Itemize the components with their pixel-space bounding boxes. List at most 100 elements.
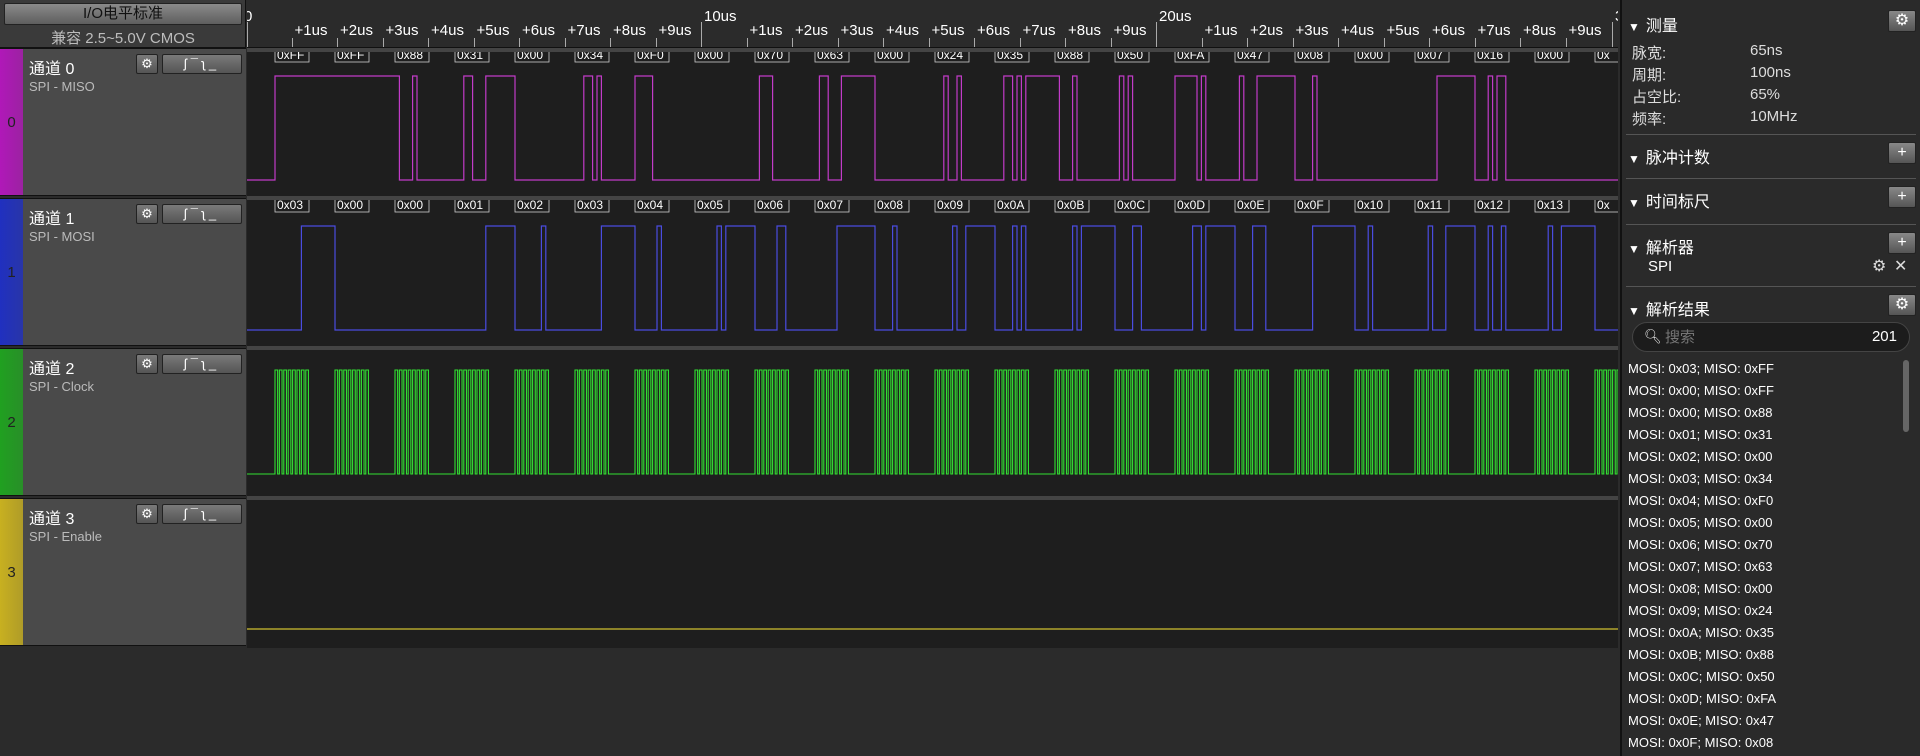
ruler-major-label: 10us (704, 8, 737, 25)
channel-3-panel[interactable]: 3 通道 3 SPI - Enable ⚙ ʃ¯ʅ_ (0, 498, 246, 646)
analyzer-header[interactable]: ▼ 解析器 (1628, 234, 1694, 258)
rising-edge-icon[interactable]: ʃ (184, 356, 191, 371)
result-row[interactable]: MOSI: 0x03; MISO: 0x34 (1626, 468, 1906, 490)
channel-description: SPI - Enable (29, 529, 102, 544)
low-level-icon[interactable]: _ (209, 356, 220, 371)
time-marker-header[interactable]: ▼ 时间标尺 (1628, 188, 1710, 212)
results-header[interactable]: ▼ 解析结果 (1628, 296, 1710, 320)
result-count: 201 (1871, 328, 1897, 345)
search-icon: 🔍︎ (1644, 328, 1662, 344)
rising-edge-icon[interactable]: ʃ (184, 506, 191, 521)
ruler-tick (746, 38, 748, 47)
result-row[interactable]: MOSI: 0x04; MISO: 0xF0 (1626, 490, 1906, 512)
falling-edge-icon[interactable]: ʅ (202, 206, 209, 221)
channel-1-panel[interactable]: 1 通道 1 SPI - MOSI ⚙ ʃ¯ʅ_ (0, 198, 246, 346)
search-input[interactable] (1665, 327, 1845, 347)
channel-settings-button[interactable]: ⚙ (136, 54, 158, 74)
add-pulse-count-button[interactable]: + (1888, 142, 1916, 164)
mosi-byte-label: 0x0D (1177, 198, 1205, 212)
low-level-icon[interactable]: _ (209, 56, 220, 71)
add-analyzer-button[interactable]: + (1888, 232, 1916, 254)
divider (1626, 286, 1916, 287)
ruler-tick (1338, 38, 1339, 47)
trigger-buttons[interactable]: ʃ¯ʅ_ (162, 504, 242, 524)
result-row[interactable]: MOSI: 0x03; MISO: 0xFF (1626, 358, 1906, 380)
mosi-byte-label: 0x0C (1117, 198, 1145, 212)
result-row[interactable]: MOSI: 0x02; MISO: 0x00 (1626, 446, 1906, 468)
result-row[interactable]: MOSI: 0x08; MISO: 0x00 (1626, 578, 1906, 600)
ruler-minor-label: +1us (1204, 22, 1238, 39)
ruler-minor-label: +8us (613, 22, 646, 39)
result-row[interactable]: MOSI: 0x09; MISO: 0x24 (1626, 600, 1906, 622)
result-row[interactable]: MOSI: 0x0D; MISO: 0xFA (1626, 688, 1906, 710)
result-row[interactable]: MOSI: 0x00; MISO: 0x88 (1626, 402, 1906, 424)
ruler-minor-label: +4us (431, 22, 464, 39)
ruler-tick (473, 38, 475, 47)
result-row[interactable]: MOSI: 0x0C; MISO: 0x50 (1626, 666, 1906, 688)
gear-icon: ⚙ (141, 206, 153, 221)
trigger-buttons[interactable]: ʃ¯ʅ_ (162, 354, 242, 374)
io-standard-value: 兼容 2.5~5.0V CMOS (51, 30, 195, 47)
ruler-minor-label: +2us (1250, 22, 1283, 39)
results-list[interactable]: MOSI: 0x03; MISO: 0xFF MOSI: 0x00; MISO: … (1626, 358, 1906, 756)
channel-settings-button[interactable]: ⚙ (136, 504, 158, 524)
ruler-tick (1156, 22, 1157, 47)
channel-number: 1 (7, 263, 16, 281)
results-scrollbar[interactable] (1903, 360, 1909, 432)
channel-settings-button[interactable]: ⚙ (136, 354, 158, 374)
channel-settings-button[interactable]: ⚙ (136, 204, 158, 224)
io-standard-button[interactable]: I/O电平标准 (4, 3, 242, 25)
ruler-minor-label: +3us (1295, 22, 1329, 39)
close-icon[interactable]: ✕ (1894, 256, 1907, 276)
measure-value: 65ns (1750, 42, 1783, 59)
analyzer-item-spi[interactable]: SPI (1648, 258, 1672, 275)
gear-icon: ⚙ (141, 356, 153, 371)
result-row[interactable]: MOSI: 0x0E; MISO: 0x47 (1626, 710, 1906, 732)
collapse-icon: ▼ (1628, 242, 1640, 256)
ruler-tick (974, 38, 975, 47)
rising-edge-icon[interactable]: ʃ (184, 56, 191, 71)
result-row[interactable]: MOSI: 0x07; MISO: 0x63 (1626, 556, 1906, 578)
measure-title: 测量 (1645, 18, 1678, 35)
mosi-byte-label: 0x0A (997, 198, 1024, 212)
time-ruler[interactable]: 0 +1us +2us +3us +4us +5us +6us +7us +8us +9us 10u… (247, 0, 1618, 48)
results-settings-button[interactable]: ⚙ (1888, 294, 1916, 316)
high-level-icon[interactable]: ¯ (191, 206, 202, 221)
measure-header[interactable]: ▼ 测量 (1628, 12, 1678, 36)
trigger-buttons[interactable]: ʃ¯ʅ_ (162, 54, 242, 74)
collapse-icon: ▼ (1628, 196, 1640, 210)
high-level-icon[interactable]: ¯ (191, 56, 202, 71)
low-level-icon[interactable]: _ (209, 506, 220, 521)
result-row[interactable]: MOSI: 0x05; MISO: 0x00 (1626, 512, 1906, 534)
gear-icon: ⚙ (1894, 296, 1910, 313)
high-level-icon[interactable]: ¯ (191, 356, 202, 371)
ruler-tick (883, 38, 884, 47)
falling-edge-icon[interactable]: ʅ (202, 356, 209, 371)
ruler-tick (655, 38, 657, 47)
falling-edge-icon[interactable]: ʅ (202, 56, 209, 71)
channel-2-panel[interactable]: 2 通道 2 SPI - Clock ⚙ ʃ¯ʅ_ (0, 348, 246, 496)
gear-icon[interactable]: ⚙ (1872, 256, 1886, 276)
trigger-buttons[interactable]: ʃ¯ʅ_ (162, 204, 242, 224)
result-row[interactable]: MOSI: 0x0A; MISO: 0x35 (1626, 622, 1906, 644)
pulse-count-header[interactable]: ▼ 脉冲计数 (1628, 144, 1710, 168)
falling-edge-icon[interactable]: ʅ (202, 506, 209, 521)
collapse-icon: ▼ (1628, 152, 1640, 166)
measure-label: 脉宽: (1632, 45, 1667, 62)
measure-settings-button[interactable]: ⚙ (1888, 10, 1916, 32)
rising-edge-icon[interactable]: ʃ (184, 206, 191, 221)
measure-label: 周期: (1632, 67, 1667, 84)
ruler-major-label: 0 (247, 8, 252, 25)
high-level-icon[interactable]: ¯ (191, 506, 202, 521)
analyzer-section: ▼ 解析器 + (1628, 230, 1916, 258)
result-row[interactable]: MOSI: 0x00; MISO: 0xFF (1626, 380, 1906, 402)
add-time-marker-button[interactable]: + (1888, 186, 1916, 208)
result-row[interactable]: MOSI: 0x0B; MISO: 0x88 (1626, 644, 1906, 666)
gear-icon: ⚙ (141, 506, 153, 521)
channel-number: 3 (7, 563, 16, 581)
result-row[interactable]: MOSI: 0x0F; MISO: 0x08 (1626, 732, 1906, 754)
low-level-icon[interactable]: _ (209, 206, 220, 221)
result-row[interactable]: MOSI: 0x06; MISO: 0x70 (1626, 534, 1906, 556)
channel-0-panel[interactable]: 0 通道 0 SPI - MISO ⚙ ʃ¯ʅ_ (0, 48, 246, 196)
result-row[interactable]: MOSI: 0x01; MISO: 0x31 (1626, 424, 1906, 446)
